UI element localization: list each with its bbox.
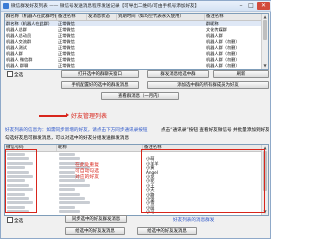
window-title: 微信群发好友列表 —— 微信号发送消息程序发送记录【可导出二维码/可由手机号添加… bbox=[11, 4, 200, 9]
friend-col-nick[interactable]: 昵称 bbox=[57, 145, 143, 151]
group-row[interactable]: 机器人总群 正常微信 文化传媒群 bbox=[5, 27, 261, 32]
group-cell-remark2: 机器人群（勿删） bbox=[206, 39, 240, 44]
group-cell-remark2: 机器人群（勿删） bbox=[206, 63, 240, 68]
group-cell-remark: 正常微信 bbox=[58, 45, 75, 50]
app-icon bbox=[3, 3, 9, 9]
scroll-down-icon[interactable]: ▼ bbox=[262, 63, 268, 68]
refresh-button[interactable]: 刷新 bbox=[213, 70, 269, 78]
group-table-scrollbar[interactable]: ▲ ▼ bbox=[261, 14, 268, 69]
group-cell-status bbox=[87, 63, 117, 68]
group-cell-name: 机器人 群聊 bbox=[6, 63, 29, 68]
group-col-remark[interactable]: 备注名称 bbox=[57, 14, 87, 20]
wxid-highlight-box bbox=[5, 149, 37, 213]
group-cell-remark: 正常微信 bbox=[58, 27, 75, 32]
group-table-header: 群名称（机器人在此群时备注名称） 备注名称 发消息状态 到期时间（如均空代表永久… bbox=[5, 14, 268, 21]
group-cell-remark: 正常微信 bbox=[58, 33, 75, 38]
group-send-link[interactable]: 好友列表的消息群发 bbox=[173, 217, 214, 223]
group-cell-remark2: 群昵称 bbox=[206, 21, 219, 26]
minimize-button[interactable]: – bbox=[237, 2, 245, 10]
group-cell-expire bbox=[117, 27, 205, 32]
group-cell-status bbox=[87, 51, 117, 56]
scroll-up-icon[interactable]: ▲ bbox=[262, 14, 268, 19]
send-friends-button[interactable]: 给选中的好友发消息 bbox=[65, 227, 125, 235]
remark-highlight-box bbox=[141, 149, 265, 213]
open-group-button[interactable]: 打开选中的群聊天窗口 bbox=[61, 70, 139, 78]
group-cell-expire bbox=[117, 63, 205, 68]
group-cell-remark: 正常微信 bbox=[58, 39, 75, 44]
group-cell-name: 机器人 微信群 bbox=[6, 57, 33, 62]
group-cell-expire bbox=[117, 57, 205, 62]
group-cell-expire bbox=[117, 45, 205, 50]
group-row[interactable]: 机器人群 正常微信 机器人群（勿删） bbox=[5, 51, 261, 56]
group-col-remark2[interactable]: 备注名称 bbox=[205, 14, 262, 20]
friend-select-all-label: 全选 bbox=[14, 219, 24, 224]
group-row[interactable]: 群名称（机器人在此群） 正常微信 群昵称 bbox=[5, 21, 261, 26]
group-cell-expire bbox=[117, 21, 205, 26]
group-cell-name: 机器人群 bbox=[6, 51, 23, 56]
group-col-status[interactable]: 发消息状态 bbox=[87, 14, 117, 20]
view-history-button[interactable]: 查看群消息（一月内） bbox=[101, 92, 179, 100]
group-select-all-checkbox[interactable]: 全选 bbox=[7, 71, 23, 79]
group-cell-name: 群名称（机器人在此群） bbox=[6, 21, 53, 26]
friend-list-callout: 好友管理列表 bbox=[71, 113, 108, 120]
friend-select-all-checkbox[interactable]: 全选 bbox=[7, 217, 23, 225]
group-cell-remark2: 机器人群（勿删） bbox=[206, 51, 240, 56]
annotation-arrow bbox=[39, 113, 69, 117]
group-cell-remark: 正常微信 bbox=[58, 21, 75, 26]
group-row[interactable]: 机器人交流群 正常微信 机器人群（勿删） bbox=[5, 39, 261, 44]
group-cell-status bbox=[87, 57, 117, 62]
add-friend-button[interactable]: 添加选中群的所有群成员为好友 bbox=[147, 81, 269, 89]
close-button[interactable]: ✕ bbox=[257, 2, 270, 10]
group-cell-remark2: 机器人群（勿删） bbox=[206, 45, 240, 50]
group-cell-remark: 正常微信 bbox=[58, 63, 75, 68]
group-cell-remark: 正常微信 bbox=[58, 51, 75, 56]
send-group-msg-button[interactable]: 群发消息给选中群 bbox=[147, 70, 209, 78]
checkbox-icon bbox=[7, 217, 13, 223]
group-row[interactable]: 机器人 群聊 正常微信 机器人群（勿删） bbox=[5, 63, 261, 68]
group-row[interactable]: 机器人测试 正常微信 机器人群（勿删） bbox=[5, 45, 261, 50]
group-cell-expire bbox=[117, 39, 205, 44]
group-cell-expire bbox=[117, 33, 205, 38]
scroll-thumb[interactable] bbox=[263, 20, 267, 40]
group-cell-status bbox=[87, 33, 117, 38]
app-window: 微信群发好友列表 —— 微信号发送消息程序发送记录【可导出二维码/可由手机号添加… bbox=[0, 0, 271, 239]
group-cell-status bbox=[87, 21, 117, 26]
dialog-send-button[interactable]: 手机配置好的选中的群发消息 bbox=[61, 81, 139, 89]
group-select-all-label: 全选 bbox=[14, 73, 24, 78]
maximize-button[interactable]: □ bbox=[247, 2, 255, 10]
friend-nick-redacted bbox=[59, 210, 80, 214]
group-cell-remark2: 文化传媒群 bbox=[206, 27, 227, 32]
group-row[interactable]: 机器人 微信群 正常微信 机器人群（勿删） bbox=[5, 57, 261, 62]
group-cell-expire bbox=[117, 51, 205, 56]
group-cell-status bbox=[87, 39, 117, 44]
group-cell-status bbox=[87, 27, 117, 32]
group-row[interactable]: 机器人总动员 正常微信 机器人群 bbox=[5, 33, 261, 38]
group-col-name[interactable]: 群名称（机器人在此群时备注名称） bbox=[5, 14, 57, 20]
tip-black: 勾选好友后可群发消息，可以对选中的好友分组发送群发消息 bbox=[5, 136, 130, 141]
group-cell-status bbox=[87, 45, 117, 50]
group-cell-name: 机器人测试 bbox=[6, 45, 27, 50]
group-table[interactable]: 群名称（机器人在此群时备注名称） 备注名称 发消息状态 到期时间（如均空代表永久… bbox=[4, 13, 269, 70]
tip-blue: 好友列表的信息为：如需同步新增的好友，请点击下方同步通讯录按钮 bbox=[5, 128, 148, 133]
title-bar: 微信群发好友列表 —— 微信号发送消息程序发送记录【可导出二维码/可由手机号添加… bbox=[1, 1, 271, 12]
group-cell-remark2: 机器人群 bbox=[206, 33, 223, 38]
select-all-friends-button[interactable]: 给选中的好友发消息 bbox=[137, 227, 197, 235]
group-cell-name: 机器人总动员 bbox=[6, 33, 32, 38]
send-to-friends-button[interactable]: 同步选中的好友群发消息 bbox=[65, 215, 127, 223]
group-col-expire[interactable]: 到期时间（如均空代表永久使用） bbox=[117, 14, 205, 20]
group-cell-remark2: 机器人群（勿删） bbox=[206, 57, 240, 62]
group-cell-name: 机器人总群 bbox=[6, 27, 27, 32]
group-cell-name: 机器人交流群 bbox=[6, 39, 32, 44]
remark-callout: 在此处重复 可自动勾选 对应的好友 bbox=[75, 163, 99, 180]
group-cell-remark: 正常微信 bbox=[58, 57, 75, 62]
checkbox-icon bbox=[7, 71, 13, 77]
tip-right: 点击“通讯录”按钮 查看好友微信号 并批量添加到好友列表 bbox=[161, 128, 269, 133]
